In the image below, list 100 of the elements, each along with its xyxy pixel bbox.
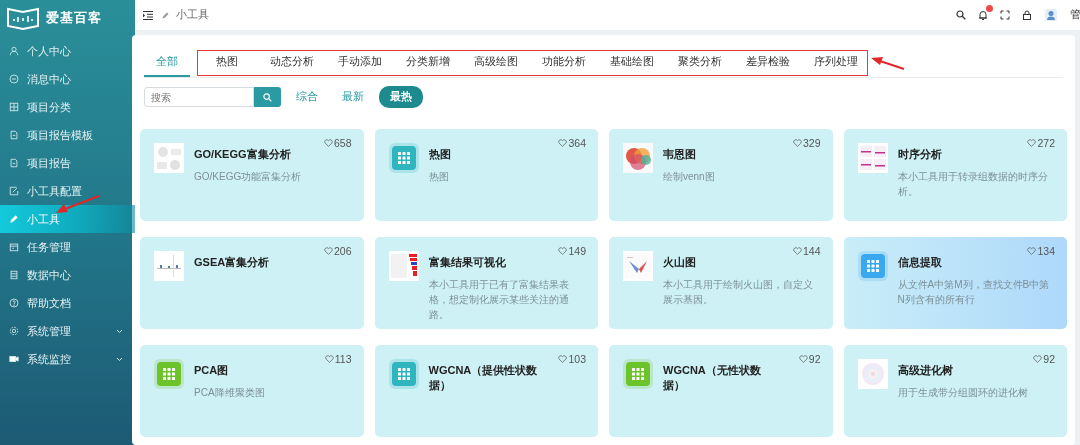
logo-text: 爱基百客 <box>46 8 102 27</box>
tool-card[interactable]: GO/KEGG富集分析 GO/KEGG功能富集分析 658 <box>140 129 364 221</box>
tool-title: GO/KEGG富集分析 <box>194 147 292 162</box>
heart-icon[interactable] <box>558 355 568 363</box>
breadcrumb: 小工具 <box>176 8 209 22</box>
tool-title: WGCNA（提供性状数据） <box>428 363 539 393</box>
like-count: 364 <box>568 137 586 149</box>
tool-title: 时序分析 <box>897 147 943 162</box>
calendar-icon <box>9 242 19 252</box>
sort-button[interactable]: 综合 <box>287 87 327 107</box>
tool-description: 本小工具用于已有了富集结果表格，想定制化展示某些关注的通路。 <box>428 278 570 322</box>
sidebar-item[interactable]: 系统监控 <box>0 345 135 373</box>
edit-icon <box>9 186 19 196</box>
bell-icon[interactable] <box>978 10 988 20</box>
sidebar-item[interactable]: 项目报告 <box>0 149 135 177</box>
tool-description: 从文件A中第M列，查找文件B中第N列含有的所有行 <box>897 278 1051 307</box>
notification-badge <box>986 5 993 12</box>
grid-icon <box>9 102 19 112</box>
user-name[interactable]: 管 <box>1070 8 1080 22</box>
list-icon <box>9 270 19 280</box>
tool-card[interactable]: 热图 热图 364 <box>374 129 598 221</box>
like-count: 103 <box>568 353 586 365</box>
tool-card[interactable]: 高级进化树 用于生成带分组圆环的进化树 92 <box>843 345 1067 437</box>
pen-icon <box>161 10 170 20</box>
category-tab[interactable]: 手动添加 <box>329 51 391 75</box>
tool-title: WGCNA（无性状数据） <box>663 363 762 393</box>
sidebar-item[interactable]: 个人中心 <box>0 37 135 65</box>
tool-card[interactable]: GSEA富集分析 206 <box>140 237 364 329</box>
tool-card[interactable]: 韦恩图 绘制venn图 329 <box>609 129 833 221</box>
tool-description: GO/KEGG功能富集分析 <box>194 170 303 184</box>
user-icon <box>9 46 19 56</box>
tool-title: 热图 <box>428 147 452 162</box>
heart-icon[interactable] <box>1027 247 1037 255</box>
avatar-icon[interactable] <box>1044 8 1058 22</box>
tool-card[interactable]: 火山图 本小工具用于绘制火山图，自定义展示基因。 144 <box>609 237 833 329</box>
sidebar-item[interactable]: 项目分类 <box>0 93 135 121</box>
tool-card[interactable]: 富集结果可视化 本小工具用于已有了富集结果表格，想定制化展示某些关注的通路。 149 <box>374 237 598 329</box>
category-tab[interactable]: 高级绘图 <box>465 51 527 75</box>
tool-card[interactable]: WGCNA（无性状数据） 92 <box>609 345 833 437</box>
category-tab[interactable]: 热图 <box>198 51 255 75</box>
tool-title: GSEA富集分析 <box>194 255 271 270</box>
message-icon <box>9 74 19 84</box>
category-tab[interactable]: 分类新增 <box>397 51 459 75</box>
sort-button[interactable]: 最新 <box>333 87 373 107</box>
tool-card[interactable]: 信息提取 从文件A中第M列，查找文件B中第N列含有的所有行 134 <box>843 237 1067 329</box>
annotation-arrow <box>55 195 101 215</box>
sidebar-item[interactable]: 任务管理 <box>0 233 135 261</box>
search-icon <box>263 92 272 102</box>
sort-button[interactable]: 最热 <box>379 86 423 108</box>
help-icon <box>9 298 19 308</box>
like-count: 113 <box>334 353 352 365</box>
heart-icon[interactable] <box>1027 139 1037 147</box>
like-count: 206 <box>333 245 352 257</box>
heart-icon[interactable] <box>324 355 334 363</box>
sidebar-item[interactable]: 数据中心 <box>0 261 135 289</box>
tool-card[interactable]: PCA图 PCA降维聚类图 113 <box>140 345 364 437</box>
tool-card[interactable]: 时序分析 本小工具用于转录组数据的时序分析。 272 <box>843 129 1067 221</box>
heart-icon[interactable] <box>323 247 333 255</box>
like-count: 144 <box>802 245 821 257</box>
sidebar-item[interactable]: 系统管理 <box>0 317 135 345</box>
fullscreen-icon[interactable] <box>1000 10 1010 20</box>
heart-icon[interactable] <box>792 139 802 147</box>
heart-icon[interactable] <box>798 355 808 363</box>
tool-title: PCA图 <box>194 363 230 378</box>
category-tab[interactable]: 差异检验 <box>737 51 799 75</box>
pen-icon <box>9 214 19 224</box>
heart-icon[interactable] <box>558 247 568 255</box>
category-tab[interactable]: 全部 <box>144 49 190 77</box>
tool-title: 富集结果可视化 <box>428 255 507 270</box>
like-count: 272 <box>1037 137 1055 149</box>
like-count: 658 <box>333 137 352 149</box>
menu-icon[interactable] <box>143 10 153 20</box>
tool-title: 韦恩图 <box>663 147 697 162</box>
search-icon[interactable] <box>956 10 966 20</box>
tool-title: 火山图 <box>663 255 697 270</box>
document-icon <box>9 130 19 140</box>
sidebar-item[interactable]: 项目报告模板 <box>0 121 135 149</box>
document-icon <box>9 158 19 168</box>
category-tab[interactable]: 功能分析 <box>533 51 595 75</box>
search-field[interactable]: 搜索 <box>144 87 254 107</box>
tool-title: 信息提取 <box>897 255 943 270</box>
heart-icon[interactable] <box>558 139 568 147</box>
category-tab[interactable]: 基础绘图 <box>601 51 663 75</box>
category-tab[interactable]: 序列处理 <box>805 51 867 75</box>
video-camera-icon <box>9 354 19 364</box>
logo-icon <box>6 5 40 30</box>
heart-icon[interactable] <box>323 139 333 147</box>
tool-description: 热图 <box>428 170 450 184</box>
settings-icon <box>9 326 19 336</box>
heart-icon[interactable] <box>1033 355 1043 363</box>
tool-card[interactable]: WGCNA（提供性状数据） 103 <box>374 345 598 437</box>
category-tab[interactable]: 动态分析 <box>261 51 323 75</box>
search-button[interactable] <box>254 87 281 107</box>
sidebar-item[interactable]: 小工具配置 <box>0 177 135 205</box>
sidebar-item[interactable]: 消息中心 <box>0 65 135 93</box>
heart-icon[interactable] <box>792 247 802 255</box>
sidebar-item[interactable]: 帮助文档 <box>0 289 135 317</box>
category-tab[interactable]: 聚类分析 <box>669 51 731 75</box>
lock-icon[interactable] <box>1022 10 1032 20</box>
like-count: 149 <box>568 245 586 257</box>
